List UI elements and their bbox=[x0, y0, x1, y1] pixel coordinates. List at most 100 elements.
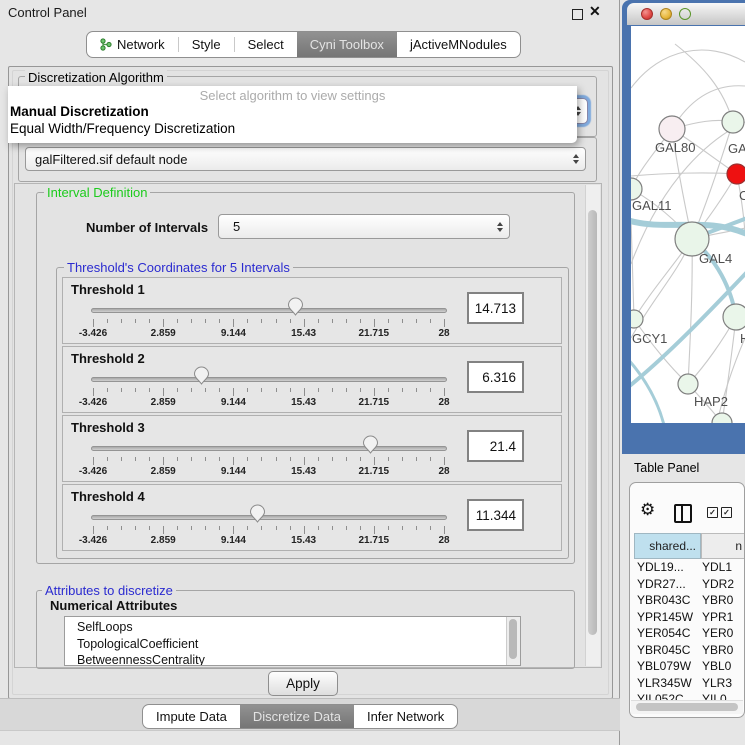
network-node[interactable] bbox=[723, 304, 745, 330]
slider-tick bbox=[416, 388, 417, 392]
network-edge[interactable] bbox=[692, 122, 733, 239]
tab-cyni-toolbox[interactable]: Cyni Toolbox bbox=[297, 32, 397, 57]
tab-style[interactable]: Style bbox=[179, 32, 234, 57]
network-edge-thick[interactable] bbox=[631, 358, 664, 423]
cell-shared-name: YDL19... bbox=[630, 560, 697, 574]
slider-thumb[interactable] bbox=[362, 435, 379, 459]
network-node[interactable] bbox=[631, 310, 643, 328]
slider-tick-label: 9.144 bbox=[221, 328, 246, 339]
num-intervals-combobox[interactable]: 5 bbox=[218, 214, 510, 239]
network-edge[interactable] bbox=[631, 218, 634, 319]
table-row[interactable]: YER054CYER0 bbox=[630, 625, 744, 642]
attributes-group-label: Attributes to discretize bbox=[42, 583, 176, 598]
slider-tick bbox=[247, 319, 248, 323]
slider-tick-label: 15.43 bbox=[291, 328, 316, 339]
table-row[interactable]: YBR043CYBR0 bbox=[630, 592, 744, 609]
list-scrollbar[interactable] bbox=[506, 617, 520, 665]
list-scrollbar-thumb[interactable] bbox=[509, 619, 517, 659]
cell-shared-name: YIL052C bbox=[630, 692, 697, 700]
gear-icon[interactable]: ⚙ bbox=[640, 500, 655, 520]
table-data-combobox[interactable]: galFiltered.sif default node bbox=[25, 147, 586, 171]
table-row[interactable]: YBL079WYBL0 bbox=[630, 658, 744, 675]
column-layout-icon[interactable] bbox=[674, 504, 692, 523]
slider-tick bbox=[346, 457, 347, 461]
checkbox-icon[interactable]: ✓ bbox=[707, 507, 718, 518]
tab-select[interactable]: Select bbox=[235, 32, 297, 57]
slider-track[interactable] bbox=[91, 446, 447, 451]
num-intervals-value: 5 bbox=[219, 219, 491, 234]
dropdown-option-manual[interactable]: Manual Discretization bbox=[8, 103, 577, 120]
slider-thumb[interactable] bbox=[193, 366, 210, 390]
network-edge[interactable] bbox=[675, 44, 733, 122]
slider-tick-label: 15.43 bbox=[291, 397, 316, 408]
threshold-value-field[interactable]: 14.713 bbox=[467, 292, 524, 324]
attribute-list-item[interactable]: BetweennessCentrality bbox=[65, 652, 520, 666]
slider-track[interactable] bbox=[91, 308, 447, 313]
table-row[interactable]: YPR145WYPR1 bbox=[630, 609, 744, 626]
close-traffic-light[interactable] bbox=[641, 8, 653, 20]
close-icon[interactable]: ✕ bbox=[589, 3, 601, 20]
slider-track[interactable] bbox=[91, 377, 447, 382]
zoom-traffic-light[interactable] bbox=[679, 8, 691, 20]
table-row[interactable]: YDR27...YDR2 bbox=[630, 576, 744, 593]
slider-tick bbox=[205, 319, 206, 323]
vertical-scrollbar[interactable] bbox=[585, 185, 600, 666]
table-header: shared... n bbox=[630, 533, 744, 559]
threshold-value-field[interactable]: 21.4 bbox=[467, 430, 524, 462]
tab-label: Network bbox=[117, 37, 165, 52]
table-row[interactable]: YBR045CYBR0 bbox=[630, 642, 744, 659]
tab-jactivemnodules[interactable]: jActiveMNodules bbox=[397, 32, 520, 57]
slider-tick bbox=[107, 319, 108, 323]
network-edge[interactable] bbox=[717, 338, 745, 423]
attributes-listbox[interactable]: SelfLoopsTopologicalCoefficientBetweenne… bbox=[64, 616, 521, 666]
network-edge[interactable] bbox=[631, 173, 737, 176]
network-node[interactable] bbox=[631, 178, 642, 200]
tab-infer-network[interactable]: Infer Network bbox=[354, 705, 457, 728]
network-canvas[interactable]: GAL80GACGAL11GAL4GCY1HHAP2 bbox=[631, 26, 745, 423]
network-window-titlebar[interactable] bbox=[627, 3, 745, 25]
slider-track[interactable] bbox=[91, 515, 447, 520]
network-node[interactable] bbox=[722, 111, 744, 133]
slider-thumb[interactable] bbox=[287, 297, 304, 321]
slider-tick bbox=[318, 457, 319, 461]
minimize-traffic-light[interactable] bbox=[660, 8, 672, 20]
tab-network[interactable]: Network bbox=[87, 32, 178, 57]
slider-tick-label: -3.426 bbox=[79, 328, 107, 339]
network-edge[interactable] bbox=[688, 239, 692, 384]
scrollbar-thumb[interactable] bbox=[588, 210, 597, 635]
slider-tick bbox=[247, 526, 248, 530]
slider-tick-label: -3.426 bbox=[79, 466, 107, 477]
dropdown-option-equal-width[interactable]: Equal Width/Frequency Discretization bbox=[8, 120, 577, 137]
slider-tick bbox=[107, 388, 108, 392]
network-node-label: GA bbox=[728, 141, 745, 156]
slider-tick bbox=[374, 319, 375, 327]
slider-tick bbox=[360, 319, 361, 323]
network-node[interactable] bbox=[678, 374, 698, 394]
float-window-icon[interactable] bbox=[572, 9, 583, 20]
apply-button[interactable]: Apply bbox=[268, 671, 338, 696]
horizontal-scrollbar-thumb[interactable] bbox=[636, 703, 738, 711]
tab-discretize-data[interactable]: Discretize Data bbox=[240, 705, 354, 728]
checkbox-icon[interactable]: ✓ bbox=[721, 507, 732, 518]
threshold-value-field[interactable]: 11.344 bbox=[467, 499, 524, 531]
slider-tick bbox=[318, 526, 319, 530]
slider-thumb[interactable] bbox=[249, 504, 266, 528]
slider-tick bbox=[276, 388, 277, 392]
table-row[interactable]: YIL052CYIL0 bbox=[630, 691, 744, 700]
cell-shared-name: YDR27... bbox=[630, 577, 697, 591]
slider-tick-label: 28 bbox=[438, 328, 449, 339]
column-header-shared[interactable]: shared... bbox=[634, 533, 701, 559]
network-node[interactable] bbox=[659, 116, 685, 142]
attribute-list-item[interactable]: TopologicalCoefficient bbox=[65, 636, 520, 653]
tab-impute-data[interactable]: Impute Data bbox=[143, 705, 240, 728]
table-row[interactable]: YLR345WYLR3 bbox=[630, 675, 744, 692]
column-header-name[interactable]: n bbox=[701, 533, 745, 559]
network-node[interactable] bbox=[727, 164, 745, 184]
attribute-list-item[interactable]: SelfLoops bbox=[65, 619, 520, 636]
horizontal-scrollbar[interactable] bbox=[631, 700, 743, 714]
slider-tick-label: -3.426 bbox=[79, 397, 107, 408]
threshold-value-field[interactable]: 6.316 bbox=[467, 361, 524, 393]
network-edge[interactable] bbox=[631, 50, 745, 88]
slider-tick bbox=[304, 457, 305, 465]
table-row[interactable]: YDL19...YDL1 bbox=[630, 559, 744, 576]
